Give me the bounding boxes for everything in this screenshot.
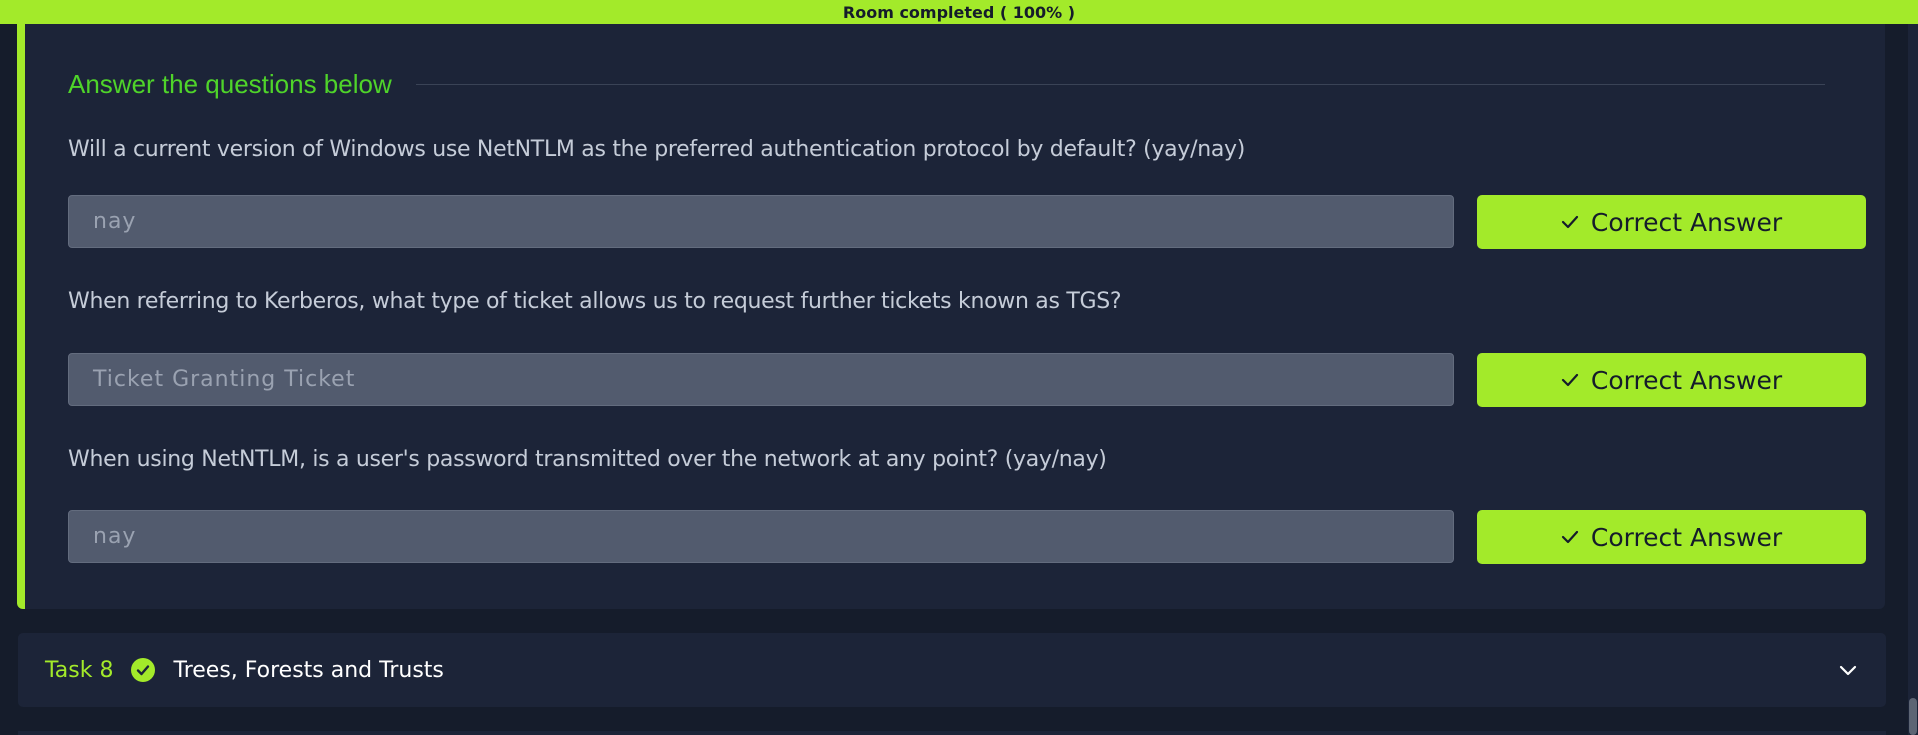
- correct-answer-button[interactable]: Correct Answer: [1477, 353, 1866, 407]
- page-scrollbar[interactable]: [1908, 24, 1918, 735]
- correct-answer-button[interactable]: Correct Answer: [1477, 510, 1866, 564]
- next-panel-edge: [18, 731, 1886, 735]
- scrollbar-thumb[interactable]: [1909, 698, 1917, 735]
- task-number: Task 8: [45, 657, 114, 683]
- check-icon: [1561, 215, 1579, 229]
- questions-header: Answer the questions below: [68, 69, 1825, 100]
- question-text: When using NetNTLM, is a user's password…: [68, 447, 1107, 472]
- correct-answer-label: Correct Answer: [1590, 207, 1783, 237]
- question-text: Will a current version of Windows use Ne…: [68, 137, 1246, 162]
- answer-field[interactable]: nay: [68, 195, 1454, 248]
- correct-answer-label: Correct Answer: [1590, 365, 1783, 395]
- task-title: Trees, Forests and Trusts: [173, 657, 444, 683]
- check-icon: [1561, 373, 1579, 387]
- answer-field[interactable]: nay: [68, 510, 1454, 563]
- chevron-down-icon[interactable]: [1838, 660, 1858, 680]
- task-questions-panel: Answer the questions below Will a curren…: [17, 24, 1885, 609]
- questions-title: Answer the questions below: [68, 69, 392, 99]
- check-icon: [1561, 530, 1579, 544]
- correct-answer-button[interactable]: Correct Answer: [1477, 195, 1866, 249]
- answer-field[interactable]: Ticket Granting Ticket: [68, 353, 1454, 406]
- question-text: When referring to Kerberos, what type of…: [68, 289, 1122, 314]
- task-8-header[interactable]: Task 8 Trees, Forests and Trusts: [18, 633, 1886, 707]
- room-progress-bar: Room completed ( 100% ): [0, 0, 1918, 24]
- correct-answer-label: Correct Answer: [1590, 522, 1783, 552]
- check-circle-icon: [131, 658, 156, 682]
- room-progress-label: Room completed ( 100% ): [842, 2, 1076, 22]
- questions-divider: [415, 84, 1825, 85]
